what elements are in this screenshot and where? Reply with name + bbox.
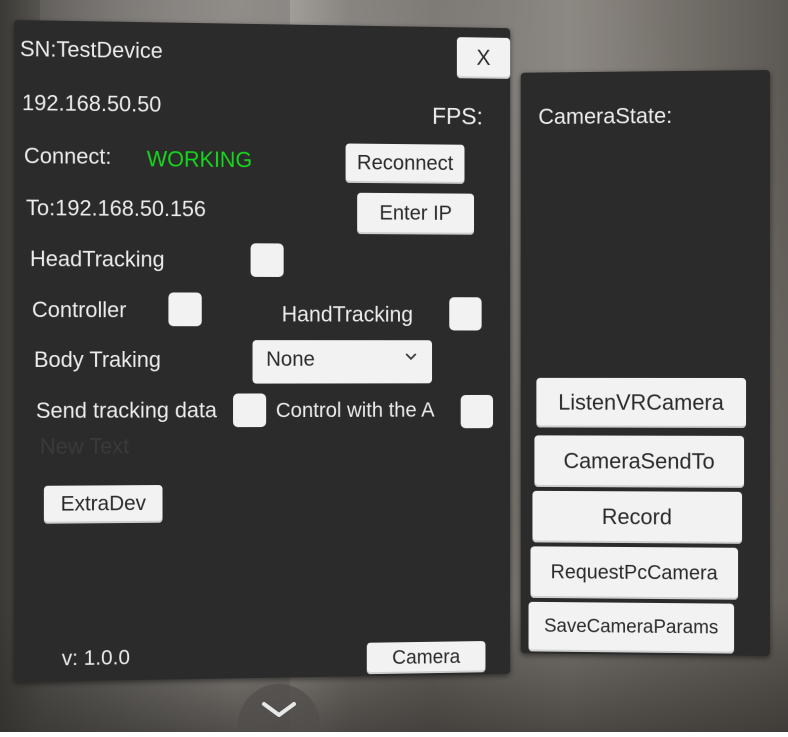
extradev-button[interactable]: ExtraDev bbox=[43, 484, 163, 524]
body-tracking-label: Body Traking bbox=[33, 347, 161, 372]
send-tracking-label: Send tracking data bbox=[35, 397, 217, 423]
target-ip: To:192.168.50.156 bbox=[25, 195, 206, 222]
head-tracking-checkbox[interactable] bbox=[250, 243, 284, 278]
chevron-down-icon bbox=[262, 702, 296, 717]
body-tracking-dropdown[interactable]: None bbox=[252, 340, 433, 384]
request-pc-camera-button[interactable]: RequestPcCamera bbox=[530, 546, 739, 600]
camera-state-label: CameraState: bbox=[538, 102, 673, 130]
device-ip: 192.168.50.50 bbox=[21, 90, 162, 117]
listen-vr-camera-button[interactable]: ListenVRCamera bbox=[536, 377, 747, 428]
fold-toggle[interactable] bbox=[238, 684, 320, 732]
camera-button[interactable]: Camera bbox=[366, 641, 486, 675]
send-tracking-checkbox[interactable] bbox=[233, 393, 267, 428]
hand-tracking-checkbox[interactable] bbox=[449, 297, 482, 331]
placeholder-text: New Text bbox=[39, 433, 130, 459]
close-button[interactable]: X bbox=[456, 37, 511, 79]
fps-label: FPS: bbox=[432, 103, 483, 131]
head-tracking-label: HeadTracking bbox=[29, 246, 165, 272]
chevron-down-icon bbox=[403, 348, 418, 364]
control-with-checkbox[interactable] bbox=[460, 394, 494, 429]
connect-label: Connect: bbox=[23, 143, 112, 169]
camera-send-to-button[interactable]: CameraSendTo bbox=[534, 435, 745, 488]
reconnect-button[interactable]: Reconnect bbox=[345, 143, 465, 184]
controller-checkbox[interactable] bbox=[168, 292, 202, 327]
hand-tracking-label: HandTracking bbox=[281, 301, 414, 327]
save-camera-params-button[interactable]: SaveCameraParams bbox=[528, 601, 735, 654]
device-panel: SN:TestDevice X 192.168.50.50 FPS: Conne… bbox=[14, 20, 511, 682]
connect-status: WORKING bbox=[146, 146, 253, 173]
record-button[interactable]: Record bbox=[532, 490, 743, 544]
body-tracking-value: None bbox=[266, 348, 315, 371]
version-text: v: 1.0.0 bbox=[61, 646, 130, 671]
control-with-label: Control with the A bbox=[275, 398, 435, 423]
controller-label: Controller bbox=[31, 297, 127, 323]
enter-ip-button[interactable]: Enter IP bbox=[357, 192, 475, 235]
serial-number: SN:TestDevice bbox=[19, 36, 163, 64]
camera-panel: CameraState: ListenVRCamera CameraSendTo… bbox=[520, 70, 770, 656]
